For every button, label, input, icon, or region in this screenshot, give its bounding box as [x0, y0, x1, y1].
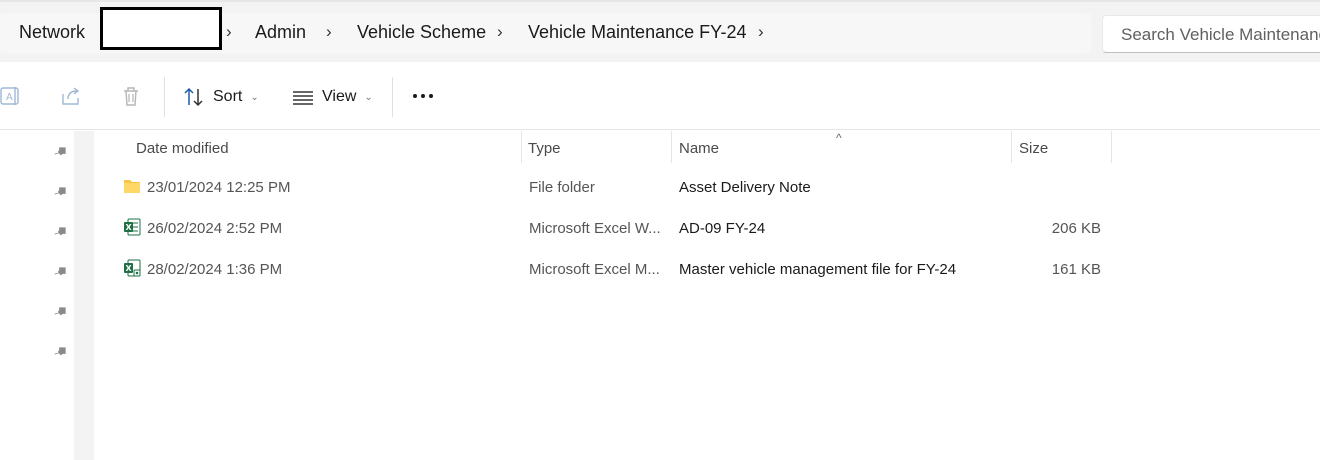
file-name[interactable]: AD-09 FY-24 [679, 220, 765, 237]
view-label: View [322, 88, 357, 105]
column-header-size[interactable]: Size [1019, 140, 1048, 157]
pin-icon[interactable] [54, 305, 68, 319]
search-input[interactable]: Search Vehicle Maintenance FY-24 [1121, 25, 1320, 45]
table-row[interactable]: X 28/02/2024 1:36 PM Microsoft Excel M..… [94, 251, 1320, 291]
breadcrumb-network[interactable]: Network [19, 22, 85, 43]
delete-icon[interactable] [120, 85, 142, 107]
file-size: 161 KB [1051, 261, 1101, 278]
pane-divider[interactable] [74, 131, 94, 460]
excel-file-icon: X [124, 218, 141, 236]
column-divider[interactable] [1111, 131, 1112, 163]
pin-icon[interactable] [54, 225, 68, 239]
sort-label: Sort [213, 88, 243, 105]
command-bar: A Sort ⌄ View ⌄ [0, 63, 1320, 130]
chevron-down-icon: ⌄ [364, 91, 373, 103]
file-name[interactable]: Asset Delivery Note [679, 179, 811, 196]
pin-icon[interactable] [54, 265, 68, 279]
toolbar-divider [164, 77, 165, 117]
file-date: 23/01/2024 12:25 PM [147, 179, 291, 196]
pin-icon[interactable] [54, 345, 68, 359]
column-divider[interactable] [521, 131, 522, 163]
more-options-icon[interactable] [412, 85, 434, 107]
file-size: 206 KB [1051, 220, 1101, 237]
view-button[interactable]: View ⌄ [292, 83, 373, 111]
toolbar-divider [392, 77, 393, 117]
file-date: 26/02/2024 2:52 PM [147, 220, 283, 237]
pin-icon[interactable] [54, 185, 68, 199]
share-icon[interactable] [60, 85, 82, 107]
file-type: File folder [529, 179, 595, 196]
column-header-date-modified[interactable]: Date modified [136, 140, 229, 157]
file-name[interactable]: Master vehicle management file for FY-24 [679, 261, 956, 278]
column-divider[interactable] [671, 131, 672, 163]
chevron-down-icon: ⌄ [250, 91, 259, 103]
pin-icon[interactable] [54, 145, 68, 159]
view-list-icon [293, 91, 313, 105]
file-list: Date modified Type ^ Name Size 23/01/202… [94, 131, 1320, 460]
column-divider[interactable] [1011, 131, 1012, 163]
breadcrumb-chevron-icon[interactable]: › [226, 22, 232, 42]
excel-macro-file-icon: X [124, 259, 141, 277]
breadcrumb-vehicle-maintenance[interactable]: Vehicle Maintenance FY-24 [528, 22, 746, 43]
svg-text:X: X [126, 223, 133, 232]
table-row[interactable]: 23/01/2024 12:25 PM File folder Asset De… [94, 169, 1320, 209]
sort-icon [184, 87, 203, 107]
sort-ascending-icon: ^ [836, 131, 842, 145]
breadcrumb-admin[interactable]: Admin [255, 22, 306, 43]
file-date: 28/02/2024 1:36 PM [147, 261, 283, 278]
table-row[interactable]: X 26/02/2024 2:52 PM Microsoft Excel W..… [94, 210, 1320, 250]
file-type: Microsoft Excel M... [529, 261, 660, 278]
rename-icon[interactable]: A [0, 85, 22, 107]
column-header-name[interactable]: Name [679, 140, 719, 157]
svg-text:X: X [126, 264, 133, 273]
folder-icon [124, 180, 140, 193]
redacted-breadcrumb-item [100, 7, 222, 50]
breadcrumb-chevron-icon[interactable]: › [497, 22, 503, 42]
svg-text:A: A [6, 92, 13, 103]
sort-button[interactable]: Sort ⌄ [183, 83, 259, 111]
search-box[interactable]: Search Vehicle Maintenance FY-24 [1102, 15, 1320, 53]
breadcrumb-vehicle-scheme[interactable]: Vehicle Scheme [357, 22, 486, 43]
address-bar-region: Network › Admin › Vehicle Scheme › Vehic… [0, 0, 1320, 62]
breadcrumb-chevron-icon[interactable]: › [758, 22, 764, 42]
file-type: Microsoft Excel W... [529, 220, 661, 237]
column-header-type[interactable]: Type [528, 140, 561, 157]
breadcrumb-chevron-icon[interactable]: › [326, 22, 332, 42]
navigation-pane [0, 131, 74, 460]
